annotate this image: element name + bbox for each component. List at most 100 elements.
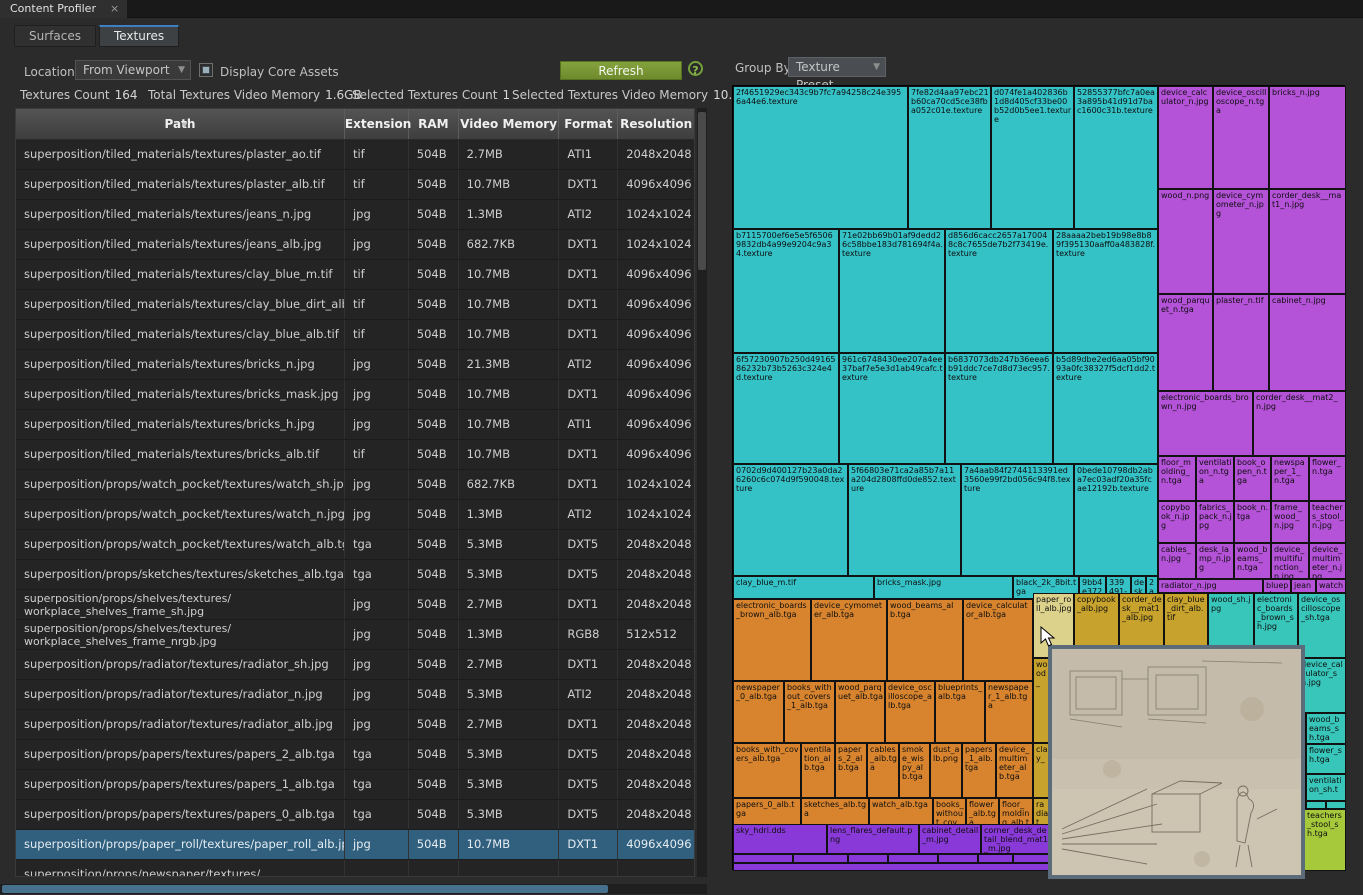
treemap-cell[interactable]: b6837073db247b36eea6b91ddc7ce7d8d73ec957… xyxy=(945,353,1053,464)
treemap-cell[interactable]: corder_desk__mat2_n.jpg xyxy=(1253,391,1346,456)
treemap-cell[interactable]: cables_alb.tga xyxy=(867,743,899,798)
table-row[interactable]: superposition/props/radiator/textures/ra… xyxy=(16,650,694,680)
table-row[interactable]: superposition/tiled_materials/textures/p… xyxy=(16,140,694,170)
table-row[interactable]: superposition/props/watch_pocket/texture… xyxy=(16,470,694,500)
table-vertical-scrollbar[interactable] xyxy=(697,108,707,877)
treemap-cell[interactable]: newspaper_1_n.tga xyxy=(1271,456,1309,501)
treemap-cell[interactable]: corner_desk_detail_blend_mat1_m.jpg xyxy=(981,824,1051,854)
treemap-cell[interactable]: 6f57230907b250d4916586232b73b5263c324e4d… xyxy=(733,353,839,464)
treemap-cell[interactable]: newspaper_0_alb.tga xyxy=(733,681,784,743)
treemap-cell[interactable]: d074fe1a402836b1d8d405cf33be00b52d0b5ee1… xyxy=(991,86,1074,229)
treemap-cell[interactable]: 2f4651929ec343c9b7fc7a94258c24e3956a44e6… xyxy=(733,86,908,229)
treemap-cell[interactable]: device_cymometer_alb.tga xyxy=(811,599,887,681)
treemap-cell[interactable]: 0bede10798db2aba7ec03adf20a35fcae12192b.… xyxy=(1074,464,1158,576)
tab-content-profiler[interactable]: Content Profiler× xyxy=(0,0,127,18)
treemap-cell[interactable]: 7fe82d4aa97ebc21b60ca70cd5ce38fba052c01e… xyxy=(908,86,991,229)
treemap-cell[interactable]: device_oscilloscope_sh.tga xyxy=(1298,593,1346,658)
close-icon[interactable]: × xyxy=(110,2,119,15)
column-header-extension[interactable]: Extension xyxy=(345,109,409,139)
treemap-cell[interactable]: d856d6cacc2657a170048c8c7655de7b2f73419e… xyxy=(945,229,1053,353)
treemap-cell[interactable]: fabrics_pack_n.jpg xyxy=(1196,501,1234,543)
treemap-cell[interactable]: teachers_stool_sh.tga xyxy=(1304,809,1346,871)
table-row[interactable]: superposition/props/paper_roll/textures/… xyxy=(16,830,694,860)
scrollbar-thumb[interactable] xyxy=(2,885,608,893)
treemap-cell[interactable]: smoke_wispy_alb.tga xyxy=(899,743,930,798)
treemap-cell[interactable]: plaster_n.tif xyxy=(1213,294,1269,391)
treemap-cell[interactable]: corder_desk__mat1_n.jpg xyxy=(1269,189,1346,294)
treemap-cell[interactable]: books_with_covers_alb.tga xyxy=(733,743,801,798)
column-header-path[interactable]: ▼Path xyxy=(16,109,345,139)
location-dropdown[interactable]: From Viewport ▼ xyxy=(75,60,191,80)
treemap-cell[interactable]: books_without_covers_1_alb.tga xyxy=(784,681,835,743)
treemap-cell[interactable]: electronic_boards_brown_alb.tga xyxy=(733,599,811,681)
group-by-dropdown[interactable]: Texture Preset ▼ xyxy=(788,57,886,77)
treemap-cell[interactable]: 0702d9d400127b23a0da26260c6c074d9f590048… xyxy=(733,464,848,576)
treemap-cell[interactable]: 28aaaa2beb19b98e8b89f395130aaff0a483828f… xyxy=(1053,229,1158,353)
table-row[interactable]: superposition/props/papers/textures/pape… xyxy=(16,770,694,800)
table-row[interactable]: superposition/props/newspaper/textures/ xyxy=(16,860,694,877)
treemap-cell[interactable]: device_cymometer_n.jpg xyxy=(1213,189,1269,294)
table-row[interactable]: superposition/props/papers/textures/pape… xyxy=(16,800,694,830)
treemap-cell[interactable]: device_multimeter_alb.tga xyxy=(996,743,1033,798)
treemap-cell[interactable]: desk_lamp_n.jpg xyxy=(1196,543,1234,579)
treemap-cell[interactable]: device_oscilloscope_alb.tga xyxy=(885,681,935,743)
treemap-cell[interactable] xyxy=(733,854,793,863)
treemap-cell[interactable]: device_calculator_n.jpg xyxy=(1158,86,1213,189)
treemap-cell[interactable]: floor_molding_n.tga xyxy=(1158,456,1196,501)
treemap-cell[interactable]: ventilation_alb.tga xyxy=(801,743,835,798)
treemap-cell[interactable]: wood_parquet_alb.tga xyxy=(835,681,885,743)
treemap-cell[interactable]: wood_parquet_n.tga xyxy=(1158,294,1213,391)
treemap-cell[interactable]: 71e02bb69b01af9dedd26c58bbe183d781694f4a… xyxy=(839,229,945,353)
table-horizontal-scrollbar[interactable] xyxy=(0,884,707,894)
treemap-cell[interactable]: device_calculator_alb.tga xyxy=(963,599,1033,681)
treemap-cell[interactable]: electronic_boards_brown_n.jpg xyxy=(1158,391,1253,456)
treemap-cell[interactable]: b5d89dbe2ed6aa05bf9093a0fc38327f5dcf1dd2… xyxy=(1053,353,1158,464)
treemap-cell[interactable]: wood_n.png xyxy=(1158,189,1213,294)
treemap-cell[interactable] xyxy=(888,854,938,863)
treemap-cell[interactable]: b7115700ef6e5e5f65069832db4a99e9204c9a34… xyxy=(733,229,839,353)
treemap-cell[interactable]: cables_n.jpg xyxy=(1158,543,1196,579)
treemap-cell[interactable]: bricks_n.jpg xyxy=(1269,86,1346,189)
treemap-cell[interactable]: flower_n.tga xyxy=(1309,456,1346,501)
treemap-cell[interactable]: cabinet_n.jpg xyxy=(1269,294,1346,391)
treemap-cell[interactable]: book_n.tga xyxy=(1234,501,1271,543)
treemap-cell[interactable]: device_oscilloscope_n.tga xyxy=(1213,86,1269,189)
table-row[interactable]: superposition/tiled_materials/textures/b… xyxy=(16,350,694,380)
treemap-cell[interactable]: cabinet_detail_m.jpg xyxy=(919,824,981,854)
treemap-cell[interactable]: teachers_stool_n.jpg xyxy=(1309,501,1346,543)
treemap-cell[interactable] xyxy=(978,854,1013,863)
table-row[interactable]: superposition/props/sketches/textures/sk… xyxy=(16,560,694,590)
treemap-cell[interactable]: lens_flares_default.png xyxy=(827,824,919,854)
treemap-cell[interactable]: ventilation_n.tga xyxy=(1196,456,1234,501)
treemap-cell[interactable]: 7a4aab84f2744113391ed3560e99f2bd056c94f8… xyxy=(961,464,1074,576)
treemap-cell[interactable]: device_multimeter_n.jpg xyxy=(1309,543,1346,579)
column-header-format[interactable]: Format xyxy=(559,109,618,139)
table-row[interactable]: superposition/tiled_materials/textures/j… xyxy=(16,200,694,230)
treemap-cell[interactable]: frame_wood_n.jpg xyxy=(1271,501,1309,543)
treemap-cell[interactable]: dust_alb.png xyxy=(930,743,962,798)
table-row[interactable]: superposition/props/shelves/textures/wor… xyxy=(16,620,694,650)
column-header-resolution[interactable]: Resolution xyxy=(618,109,694,139)
treemap-cell[interactable]: book_open_n.tga xyxy=(1234,456,1271,501)
table-row[interactable]: superposition/tiled_materials/textures/c… xyxy=(16,260,694,290)
treemap-cell[interactable]: copybook_n.jpg xyxy=(1158,501,1196,543)
treemap-cell[interactable]: 961c6748430ee207a4ee37baf7e5e3d1ab49cafc… xyxy=(839,353,945,464)
table-row[interactable]: superposition/tiled_materials/textures/p… xyxy=(16,170,694,200)
treemap-cell[interactable]: wood_beams_n.tga xyxy=(1234,543,1271,579)
scrollbar-thumb[interactable] xyxy=(698,112,706,270)
treemap-cell[interactable]: device_calculator_sh.jpg xyxy=(1298,658,1346,713)
table-row[interactable]: superposition/tiled_materials/textures/c… xyxy=(16,290,694,320)
treemap-cell[interactable]: flower_sh.tga xyxy=(1306,744,1346,774)
table-row[interactable]: superposition/props/radiator/textures/ra… xyxy=(16,680,694,710)
column-header-ram[interactable]: RAM xyxy=(409,109,459,139)
treemap-cell[interactable] xyxy=(1306,801,1326,809)
treemap-cell[interactable]: blueprints_alb.tga xyxy=(935,681,985,743)
treemap-cell[interactable]: radiator_n.jpg xyxy=(1158,579,1263,593)
table-row[interactable]: superposition/props/radiator/textures/ra… xyxy=(16,710,694,740)
table-row[interactable]: superposition/props/watch_pocket/texture… xyxy=(16,500,694,530)
treemap-cell[interactable]: papers_1_alb.tga xyxy=(962,743,996,798)
treemap-cell[interactable]: device_multifunction_n.jpg xyxy=(1271,543,1309,579)
treemap-cell[interactable]: ventilation_sh.t xyxy=(1306,774,1346,801)
tab-surfaces[interactable]: Surfaces xyxy=(14,25,96,47)
treemap-cell[interactable]: clay_blue_m.tif xyxy=(733,576,874,599)
